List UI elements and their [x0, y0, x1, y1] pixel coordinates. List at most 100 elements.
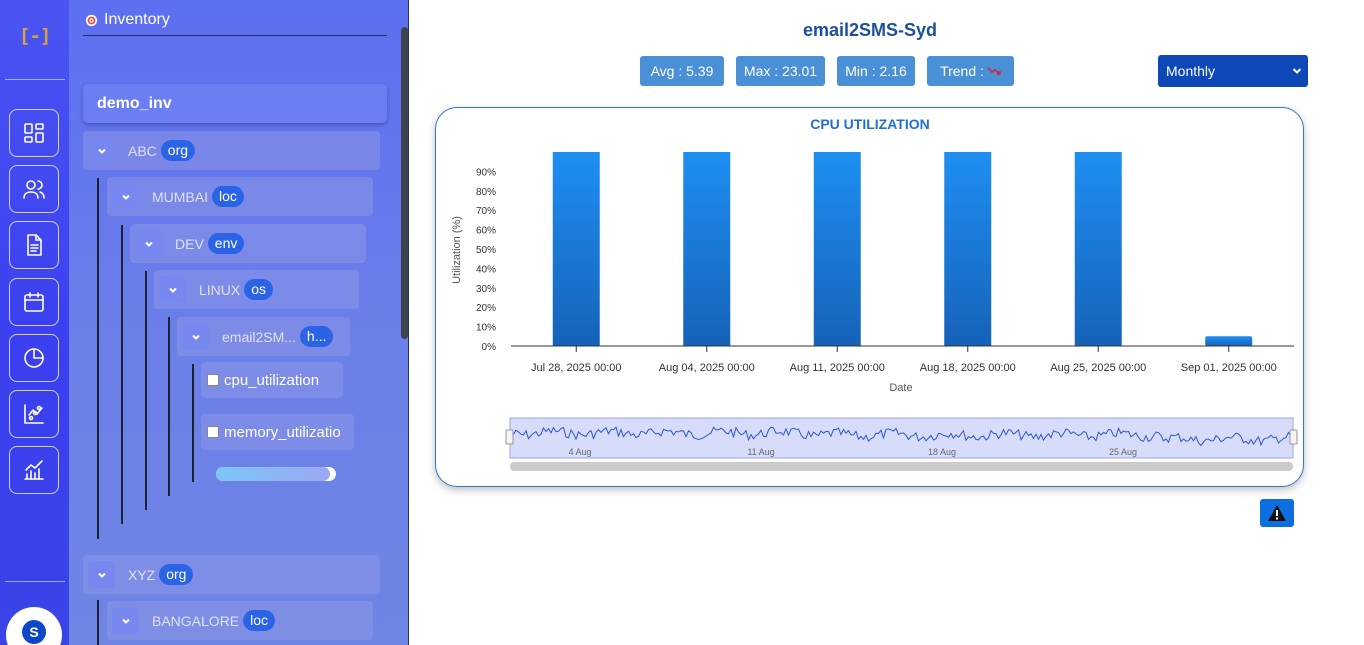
navigator-left-handle[interactable] [505, 429, 514, 445]
tree-node-bangalore[interactable]: BANGALORE loc [107, 601, 373, 640]
progress-fill [216, 467, 330, 481]
y-axis-label: Utilization (%) [451, 216, 463, 284]
y-tick-label: 80% [476, 187, 496, 198]
chevron-down-icon[interactable] [112, 183, 139, 210]
warning-icon [1268, 505, 1286, 521]
calendar-nav-button[interactable] [9, 278, 59, 326]
rail-divider [5, 581, 65, 582]
app-logo: [-] [19, 25, 51, 47]
tree-node-xyz[interactable]: XYZ org [83, 555, 380, 594]
tree-connector [145, 271, 147, 510]
trend-badge: Trend : [927, 56, 1014, 86]
navigator-label: 4 Aug [568, 447, 591, 457]
tree-root-demo-inv[interactable]: demo_inv [83, 84, 387, 123]
period-select[interactable]: Monthly [1158, 55, 1308, 87]
navigator-right-handle[interactable] [1289, 429, 1298, 445]
tree-node-linux[interactable]: LINUX os [154, 270, 359, 309]
tree-node-email2sms[interactable]: email2SM... h... [177, 317, 350, 356]
chevron-down-icon[interactable] [88, 561, 115, 588]
x-tick-label: Aug 25, 2025 00:00 [1050, 362, 1146, 374]
memory-checkbox[interactable] [207, 426, 219, 438]
chart-bar[interactable] [944, 152, 992, 346]
y-tick-label: 10% [476, 323, 496, 334]
chevron-down-icon[interactable] [159, 276, 186, 303]
y-tick-label: 70% [476, 206, 496, 217]
y-tick-label: 30% [476, 284, 496, 295]
tree-connector [121, 225, 123, 524]
navigator-scrollbar[interactable] [510, 462, 1293, 471]
node-label: BANGALORE [152, 612, 240, 629]
inventory-panel: Inventory demo_inv ABC org MUMBAI loc DE… [69, 0, 409, 645]
metric-leaf-cpu[interactable]: cpu_utilization [201, 362, 343, 398]
tree-node-abc[interactable]: ABC org [83, 131, 380, 170]
navigator-label: 11 Aug [747, 447, 774, 457]
chart-bar[interactable] [1205, 336, 1253, 346]
metric-leaf-memory[interactable]: memory_utilizatio [201, 414, 354, 450]
node-label: MUMBAI [152, 188, 208, 205]
chevron-down-icon[interactable] [112, 607, 139, 634]
tree-connector [192, 364, 194, 482]
x-axis-label: Date [889, 382, 912, 394]
tree-connector [97, 178, 99, 539]
leaf-label: memory_utilizatio [224, 423, 341, 441]
users-icon [23, 180, 45, 199]
inventory-title: Inventory [104, 11, 170, 28]
tree-connector [97, 600, 99, 645]
tree-scrollbar[interactable] [401, 27, 408, 339]
loading-progress-bar [216, 467, 336, 481]
node-type-badge: env [207, 233, 245, 254]
x-tick-label: Aug 18, 2025 00:00 [920, 362, 1016, 374]
header-divider [83, 35, 387, 36]
chart-bar[interactable] [1074, 152, 1122, 346]
chevron-down-icon[interactable] [182, 323, 209, 350]
page-title: email2SMS-Syd [802, 20, 938, 40]
node-label: DEV [175, 235, 204, 252]
trend-down-icon [987, 67, 1001, 75]
documents-nav-button[interactable] [9, 221, 59, 269]
y-tick-label: 90% [476, 167, 496, 178]
y-tick-label: 20% [476, 303, 496, 314]
main-content: email2SMS-Syd Avg : 5.39 Max : 23.01 Min… [410, 0, 1364, 645]
chevron-down-icon[interactable] [135, 230, 162, 257]
icon-rail: [-] S [0, 0, 69, 645]
node-label: LINUX [199, 281, 241, 298]
node-type-badge: loc [212, 186, 244, 207]
avg-badge: Avg : 5.39 [640, 56, 724, 86]
x-tick-label: Aug 04, 2025 00:00 [659, 362, 755, 374]
node-label: XYZ [128, 566, 156, 583]
y-tick-label: 0% [482, 342, 497, 353]
navigator-label: 25 Aug [1109, 447, 1137, 457]
cpu-chart-card: CPU UTILIZATION Utilization (%) Date 0% 1… [435, 107, 1304, 487]
reports-nav-button[interactable] [9, 334, 59, 382]
chart-bar[interactable] [552, 152, 600, 346]
chevron-down-icon[interactable] [88, 137, 115, 164]
analytics-nav-button[interactable] [9, 390, 59, 438]
trends-nav-button[interactable] [9, 446, 59, 494]
tree-node-mumbai[interactable]: MUMBAI loc [107, 177, 373, 216]
user-avatar[interactable]: S [6, 607, 62, 645]
dashboard-nav-button[interactable] [9, 109, 59, 157]
period-value: Monthly [1166, 63, 1216, 79]
tree-node-dev[interactable]: DEV env [130, 224, 366, 263]
node-label: email2SM... [222, 328, 296, 345]
users-nav-button[interactable] [9, 165, 59, 213]
leaf-label: cpu_utilization [224, 371, 320, 389]
node-type-badge: org [159, 564, 194, 585]
rail-divider [5, 79, 65, 80]
chart-bar[interactable] [813, 152, 861, 346]
chart-title: CPU UTILIZATION [810, 116, 930, 132]
chart-bar[interactable] [683, 152, 731, 346]
node-type-badge: org [160, 140, 196, 161]
x-tick-label: Aug 11, 2025 00:00 [790, 362, 885, 374]
navigator-window[interactable] [509, 417, 1294, 459]
alert-button[interactable] [1260, 499, 1294, 527]
y-tick-label: 40% [476, 264, 496, 275]
node-type-badge: os [244, 279, 274, 300]
root-label: demo_inv [97, 94, 172, 112]
chevron-down-icon [1292, 68, 1302, 74]
x-tick-label: Jul 28, 2025 00:00 [531, 362, 622, 374]
node-label: ABC [128, 142, 157, 159]
cpu-checkbox[interactable] [207, 374, 219, 386]
target-icon [85, 14, 98, 26]
calendar-icon [24, 292, 44, 312]
